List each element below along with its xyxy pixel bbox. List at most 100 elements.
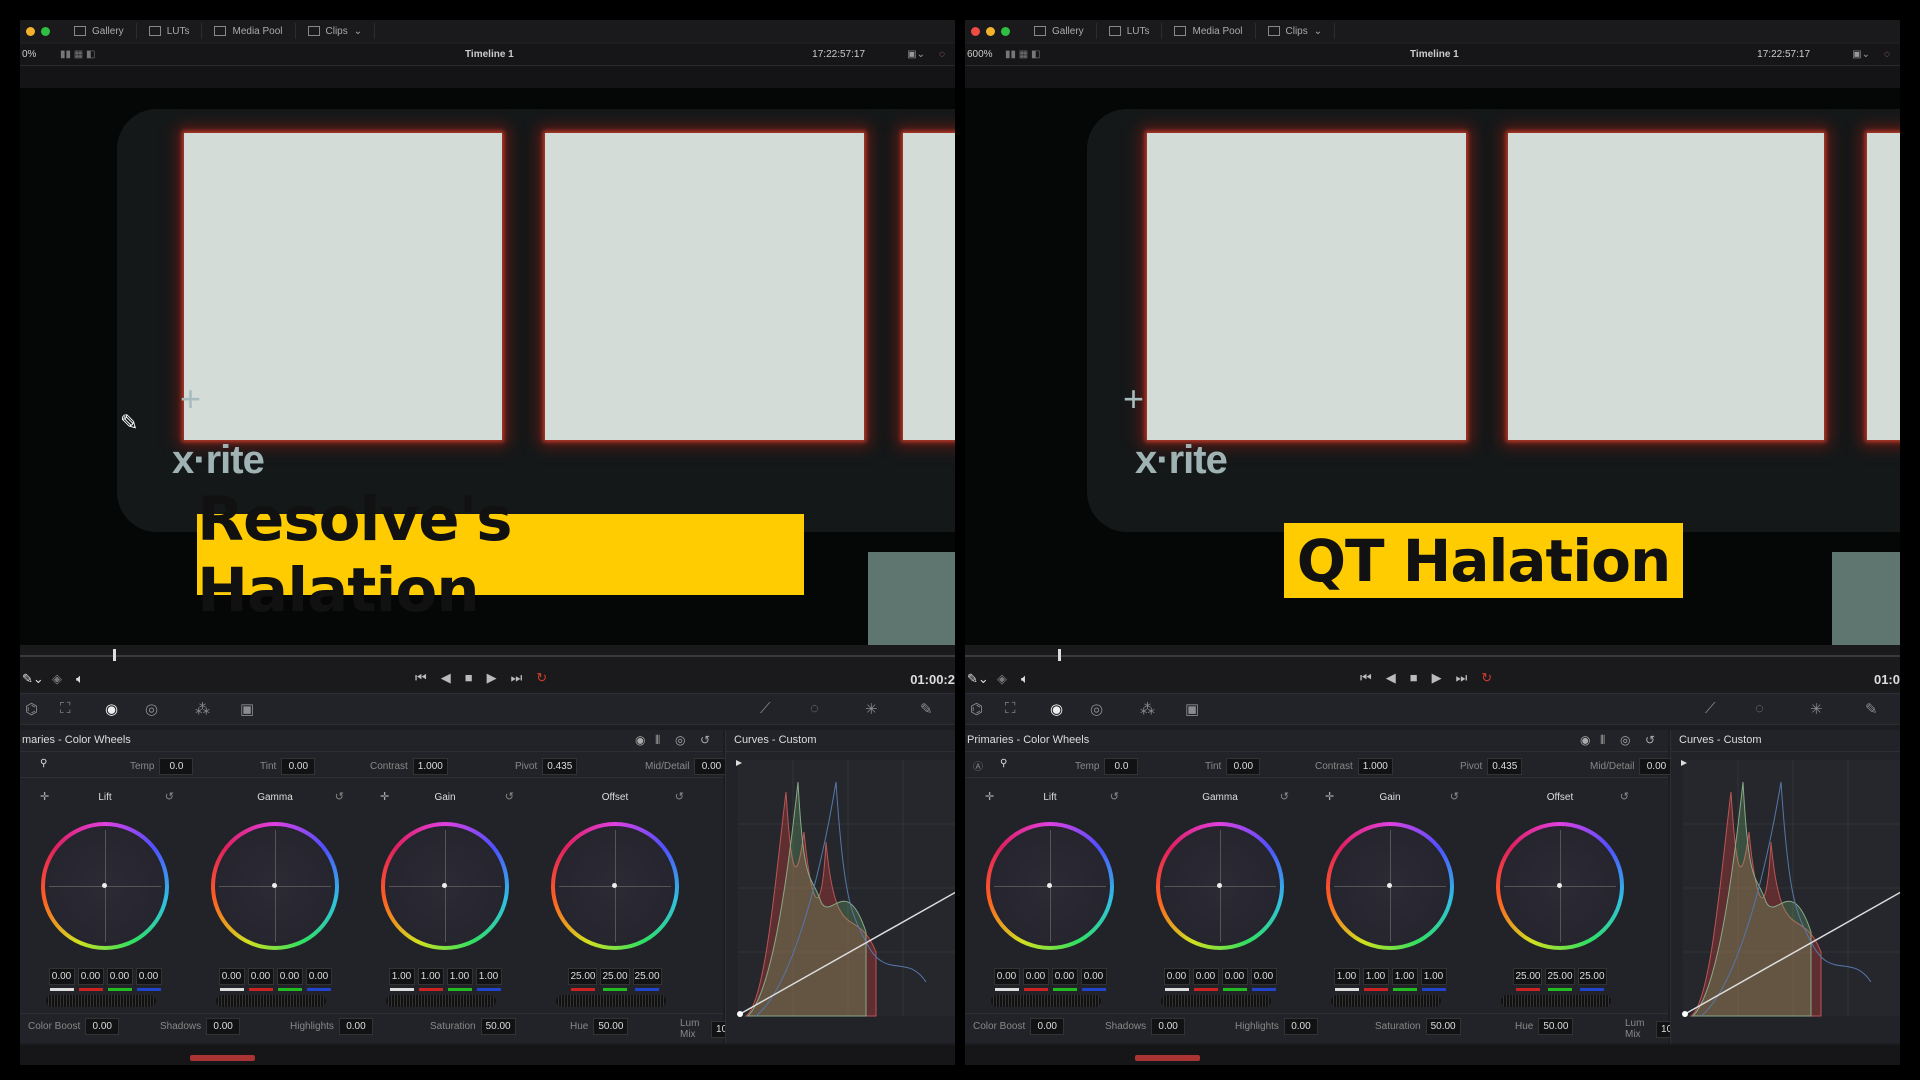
wheel-value-input[interactable]: 0.00 <box>77 968 104 985</box>
rgb-mixer-icon[interactable]: ⁂ <box>1140 700 1155 718</box>
auto-balance-icon[interactable]: Ⓐ <box>973 758 983 773</box>
wheel-ring[interactable] <box>211 822 339 950</box>
param-input[interactable]: 0.00 <box>1639 758 1674 775</box>
master-wheel-jog[interactable] <box>1161 995 1271 1007</box>
param-input[interactable]: 0.435 <box>1487 758 1523 775</box>
picker-crosshair-icon[interactable]: ✛ <box>1325 790 1334 803</box>
param-input[interactable]: 0.00 <box>694 758 729 775</box>
param-input[interactable]: 1.000 <box>412 758 448 775</box>
go-to-end-button[interactable]: ⏭︎ <box>1456 670 1468 686</box>
camera-raw-icon[interactable]: ⌬ <box>25 700 38 718</box>
motion-effects-icon[interactable]: ▣ <box>240 700 254 718</box>
viewer-mode-icons[interactable]: ▮▮ ▦ ◧ <box>60 49 95 60</box>
param-input[interactable]: 0.0 <box>1104 758 1139 775</box>
param-input[interactable]: 0.00 <box>281 758 316 775</box>
wheel-value-input[interactable]: 0.00 <box>135 968 162 985</box>
wheel-value-input[interactable]: 25.00 <box>632 968 662 985</box>
picker-icon[interactable]: ⚲ <box>1000 758 1007 769</box>
viewer-mode-icons[interactable]: ▮▮ ▦ ◧ <box>1005 49 1040 60</box>
param-input[interactable]: 0.0 <box>159 758 194 775</box>
zoom-level-dropdown[interactable]: 600% <box>967 49 993 60</box>
wheel-ring[interactable] <box>41 822 169 950</box>
param-input[interactable]: 0.435 <box>542 758 578 775</box>
wheel-value-input[interactable]: 25.00 <box>1513 968 1543 985</box>
camera-raw-icon[interactable]: ⌬ <box>970 700 983 718</box>
wheel-handle[interactable] <box>1217 883 1222 888</box>
step-back-button[interactable]: ◀ <box>441 670 451 686</box>
volume-icon[interactable]: 🔈︎ <box>1021 671 1029 687</box>
wheel-handle[interactable] <box>1387 883 1392 888</box>
wheel-value-input[interactable]: 0.00 <box>993 968 1020 985</box>
menu-clips[interactable]: Clips ⌄ <box>296 23 376 39</box>
scrub-bar[interactable] <box>20 645 955 667</box>
source-timecode[interactable]: 17:22:57:17 <box>812 49 865 60</box>
wheel-value-input[interactable]: 25.00 <box>600 968 630 985</box>
go-to-end-button[interactable]: ⏭︎ <box>511 670 523 686</box>
curves-icon[interactable]: ⟋ <box>760 700 771 717</box>
wheel-ring[interactable] <box>381 822 509 950</box>
reset-icon[interactable]: ↺ <box>505 790 514 803</box>
scrub-bar[interactable] <box>965 645 1900 667</box>
log-wheels-icon[interactable]: ◎ <box>1620 733 1630 747</box>
tracker-icon[interactable]: ✎ <box>920 700 933 718</box>
color-match-icon[interactable]: ⛶ <box>60 700 71 717</box>
menu-luts[interactable]: LUTs <box>137 23 203 39</box>
play-button[interactable]: ▶ <box>1432 670 1442 686</box>
wheel-ring[interactable] <box>1496 822 1624 950</box>
wheel-value-input[interactable]: 25.00 <box>1577 968 1607 985</box>
master-wheel-jog[interactable] <box>1331 995 1441 1007</box>
wheel-value-input[interactable]: 0.00 <box>1051 968 1078 985</box>
reset-icon[interactable]: ↺ <box>335 790 344 803</box>
primaries-bars-icon[interactable]: ⦀ <box>655 733 660 748</box>
motion-effects-icon[interactable]: ▣ <box>1185 700 1199 718</box>
wheel-value-input[interactable]: 0.00 <box>1192 968 1219 985</box>
maximize-button[interactable] <box>41 26 50 36</box>
param-input[interactable]: 50.00 <box>1425 1018 1461 1035</box>
go-to-start-button[interactable]: ⏮︎ <box>415 670 427 686</box>
wheel-value-input[interactable]: 1.00 <box>1391 968 1418 985</box>
timeline-dropdown[interactable]: Timeline 1 <box>1410 49 1459 60</box>
param-input[interactable]: 0.00 <box>1030 1018 1065 1035</box>
wheel-value-input[interactable]: 1.00 <box>417 968 444 985</box>
play-button[interactable]: ▶ <box>487 670 497 686</box>
reset-icon[interactable]: ↺ <box>1280 790 1289 803</box>
reset-icon[interactable]: ↺ <box>700 733 710 747</box>
wheel-ring[interactable] <box>986 822 1114 950</box>
color-icon[interactable]: ◌ <box>1884 49 1890 60</box>
param-input[interactable]: 0.00 <box>1226 758 1261 775</box>
qualifier-icon[interactable]: ◌ <box>810 700 819 717</box>
layers-icon[interactable]: ◈ <box>997 671 1007 687</box>
wheel-value-input[interactable]: 0.00 <box>1221 968 1248 985</box>
menu-luts[interactable]: LUTs <box>1097 23 1163 39</box>
primaries-bars-icon[interactable]: ⦀ <box>1600 733 1605 748</box>
layers-icon[interactable]: ◈ <box>52 671 62 687</box>
wheel-value-input[interactable]: 25.00 <box>1545 968 1575 985</box>
picker-crosshair-icon[interactable]: ✛ <box>380 790 389 803</box>
qualifier-icon[interactable]: ◌ <box>1755 700 1764 717</box>
wheel-value-input[interactable]: 25.00 <box>568 968 598 985</box>
timeline-dropdown[interactable]: Timeline 1 <box>465 49 514 60</box>
menu-clips[interactable]: Clips ⌄ <box>1256 23 1336 39</box>
curves-graph[interactable] <box>1671 752 1900 1043</box>
wheel-handle[interactable] <box>612 883 617 888</box>
master-wheel-jog[interactable] <box>1501 995 1611 1007</box>
tracker-icon[interactable]: ✎ <box>1865 700 1878 718</box>
primaries-wheels-icon[interactable]: ◉ <box>1580 733 1590 747</box>
master-wheel-jog[interactable] <box>556 995 666 1007</box>
param-input[interactable]: 1.000 <box>1357 758 1393 775</box>
wheel-value-input[interactable]: 0.00 <box>1080 968 1107 985</box>
wheel-value-input[interactable]: 0.00 <box>218 968 245 985</box>
color-match-icon[interactable]: ⛶ <box>1005 700 1016 717</box>
picker-crosshair-icon[interactable]: ✛ <box>985 790 994 803</box>
window-icon[interactable]: ✳ <box>1810 700 1823 718</box>
menu-gallery[interactable]: Gallery <box>1022 23 1097 39</box>
volume-icon[interactable]: 🔈︎ <box>76 671 84 687</box>
menu-media-pool[interactable]: Media Pool <box>1162 23 1256 39</box>
color-wheels-icon[interactable]: ◉ <box>1050 700 1063 718</box>
log-wheels-icon[interactable]: ◎ <box>675 733 685 747</box>
wheel-value-input[interactable]: 0.00 <box>1250 968 1277 985</box>
color-wheels-icon[interactable]: ◉ <box>105 700 118 718</box>
go-to-start-button[interactable]: ⏮︎ <box>1360 670 1372 686</box>
eyedropper-icon[interactable]: ✎⌄ <box>22 671 44 687</box>
wheel-handle[interactable] <box>272 883 277 888</box>
